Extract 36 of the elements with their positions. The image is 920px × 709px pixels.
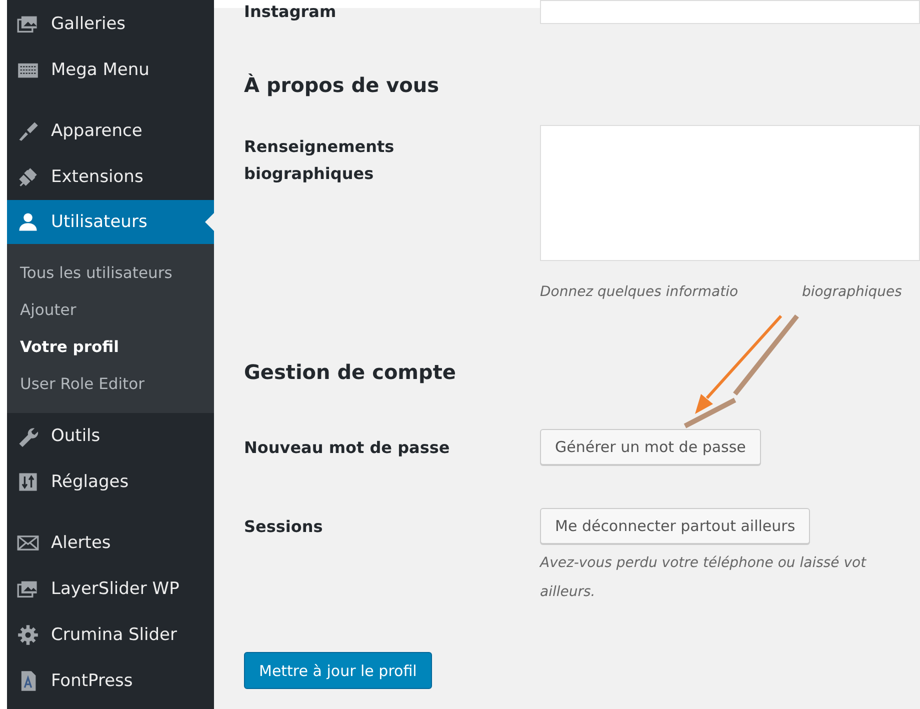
wrench-icon [17,425,39,447]
user-icon [17,211,39,233]
section-heading: Gestion de compte [244,359,457,386]
submenu-item[interactable]: User Role Editor [7,366,214,403]
field-label: Nouveau mot de passe [244,436,451,458]
update-profile-button[interactable]: Mettre à jour le profil [244,652,432,689]
sidebar-item[interactable]: Réglages [7,459,214,505]
sidebar-item[interactable]: Outils [7,413,214,459]
plug-icon [17,166,39,188]
sidebar-item[interactable]: Galleries [7,1,214,47]
settings-icon [17,624,39,646]
input-field[interactable] [540,0,920,24]
sliders-icon [17,471,39,493]
sidebar-item[interactable]: Extensions [7,154,214,200]
generate-password-button[interactable]: Générer un mot de passe [540,429,761,465]
sidebar-item[interactable]: Apparence [7,108,214,154]
submenu-item[interactable]: Tous les utilisateurs [7,255,214,292]
sidebar-item[interactable]: Mega Menu [7,47,214,93]
sidebar-item[interactable]: Alertes [7,520,214,566]
sidebar-item[interactable]: Utilisateurs [7,200,214,244]
field-label: Sessions [244,516,324,538]
field-hint: Donnez quelques informatio [540,284,738,300]
submenu-item[interactable]: Ajouter [7,292,214,329]
logout-everywhere-button[interactable]: Me déconnecter partout ailleurs [540,508,810,544]
field-hint: ailleurs. [540,583,596,602]
sidebar-item[interactable]: FontPress [7,658,214,704]
brush-icon [17,120,39,142]
field-hint: Avez-vous perdu votre téléphone ou laissé vot [540,554,866,573]
submenu-item[interactable]: Votre profil [7,329,214,366]
section-heading: À propos de vous [244,72,440,99]
field-label: Instagram [244,1,338,23]
biography-textarea[interactable] [540,125,920,261]
field-hint: biographiques [802,283,902,302]
sidebar-item[interactable]: LayerSlider WP [7,566,214,612]
sidebar-item[interactable]: Crumina Slider [7,612,214,658]
field-label: Renseignements biographiques [244,136,396,185]
